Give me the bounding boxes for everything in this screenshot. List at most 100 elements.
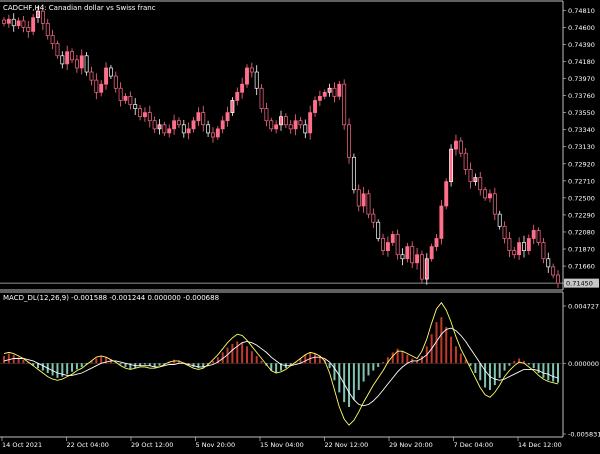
candle-body[interactable] xyxy=(288,124,293,130)
candle-body[interactable] xyxy=(283,116,288,126)
candle-body[interactable] xyxy=(84,55,89,73)
candle-body[interactable] xyxy=(176,120,181,126)
candle-body[interactable] xyxy=(322,91,327,97)
candle-body[interactable] xyxy=(507,238,512,251)
candle-body[interactable] xyxy=(366,193,371,215)
candle-body[interactable] xyxy=(342,83,347,126)
candle-body[interactable] xyxy=(385,242,390,251)
candle-body[interactable] xyxy=(502,225,507,239)
candle-body[interactable] xyxy=(108,67,113,77)
candle-body[interactable] xyxy=(21,20,26,28)
candle-body[interactable] xyxy=(133,104,138,109)
candle-body[interactable] xyxy=(50,35,55,44)
candle-body[interactable] xyxy=(128,96,133,105)
candle-body[interactable] xyxy=(478,177,483,191)
candle-body[interactable] xyxy=(337,83,342,97)
candle-body[interactable] xyxy=(259,87,264,109)
candle-body[interactable] xyxy=(376,221,381,239)
candle-body[interactable] xyxy=(356,189,361,207)
candle-body[interactable] xyxy=(488,193,492,199)
candle-body[interactable] xyxy=(162,124,167,134)
candle-body[interactable] xyxy=(89,71,94,81)
candle-body[interactable] xyxy=(6,18,11,24)
candle-body[interactable] xyxy=(94,79,99,93)
candle-body[interactable] xyxy=(206,124,211,134)
candle-body[interactable] xyxy=(16,20,21,27)
candle-body[interactable] xyxy=(317,96,322,101)
candle-body[interactable] xyxy=(517,242,522,256)
candle-body[interactable] xyxy=(167,128,172,134)
candle-body[interactable] xyxy=(541,242,546,260)
candle-body[interactable] xyxy=(40,10,45,24)
candle-body[interactable] xyxy=(279,116,283,126)
candle-body[interactable] xyxy=(157,124,162,130)
candle-body[interactable] xyxy=(483,189,488,199)
candle-body[interactable] xyxy=(512,250,517,256)
candle-body[interactable] xyxy=(434,238,439,247)
candle-body[interactable] xyxy=(400,254,405,260)
candle-body[interactable] xyxy=(526,238,531,251)
candle-body[interactable] xyxy=(531,230,536,239)
candle-body[interactable] xyxy=(45,22,50,36)
candle-body[interactable] xyxy=(449,148,454,182)
candle-body[interactable] xyxy=(123,96,128,101)
candle-body[interactable] xyxy=(172,120,177,130)
candle-body[interactable] xyxy=(395,234,400,256)
candle-body[interactable] xyxy=(55,43,60,57)
candle-body[interactable] xyxy=(405,246,410,260)
candle-body[interactable] xyxy=(293,120,298,130)
candle-body[interactable] xyxy=(361,193,366,207)
candle-body[interactable] xyxy=(463,152,468,170)
candle-body[interactable] xyxy=(264,108,269,122)
candle-body[interactable] xyxy=(274,124,279,130)
candle-body[interactable] xyxy=(468,169,473,182)
candle-body[interactable] xyxy=(201,112,206,126)
candle-body[interactable] xyxy=(546,258,551,268)
candle-body[interactable] xyxy=(142,112,147,118)
candle-body[interactable] xyxy=(31,17,36,32)
candle-body[interactable] xyxy=(104,67,109,85)
candle-body[interactable] xyxy=(79,55,84,69)
candle-body[interactable] xyxy=(303,124,308,134)
candle-body[interactable] xyxy=(308,112,313,134)
candle-body[interactable] xyxy=(410,246,415,264)
candle-body[interactable] xyxy=(269,120,274,130)
candle-body[interactable] xyxy=(191,120,196,130)
candle-body[interactable] xyxy=(497,213,502,227)
candle-body[interactable] xyxy=(181,124,186,134)
candle-body[interactable] xyxy=(113,75,118,89)
candle-body[interactable] xyxy=(444,181,449,207)
candle-body[interactable] xyxy=(453,140,458,150)
candle-body[interactable] xyxy=(327,87,332,93)
candle-body[interactable] xyxy=(186,128,191,134)
candle-body[interactable] xyxy=(522,242,526,251)
chart-canvas[interactable]: 0.74810 0.74600 0.74390 0.74180 0.73970 0.737… xyxy=(0,0,600,450)
candle-body[interactable] xyxy=(211,132,215,138)
candle-body[interactable] xyxy=(371,213,376,223)
candle-body[interactable] xyxy=(225,112,230,122)
candle-body[interactable] xyxy=(230,100,235,113)
candle-body[interactable] xyxy=(439,205,444,239)
candle-body[interactable] xyxy=(424,258,429,280)
candle-body[interactable] xyxy=(254,71,259,89)
trading-chart-window[interactable]: 0.74810 0.74600 0.74390 0.74180 0.73970 0.737… xyxy=(0,0,600,450)
candle-body[interactable] xyxy=(147,112,152,122)
candle-body[interactable] xyxy=(11,18,16,27)
candle-body[interactable] xyxy=(2,19,6,24)
candle-body[interactable] xyxy=(492,193,497,215)
candle-body[interactable] xyxy=(298,120,303,126)
candle-body[interactable] xyxy=(36,10,40,18)
candle-body[interactable] xyxy=(235,91,240,101)
candle-body[interactable] xyxy=(99,83,104,93)
candle-body[interactable] xyxy=(473,177,478,182)
candle-body[interactable] xyxy=(429,246,434,260)
candle-body[interactable] xyxy=(415,254,420,264)
candle-body[interactable] xyxy=(220,120,225,130)
candle-body[interactable] xyxy=(347,124,351,158)
candle-body[interactable] xyxy=(245,67,249,85)
candle-body[interactable] xyxy=(419,254,424,280)
candle-body[interactable] xyxy=(458,140,463,154)
candle-body[interactable] xyxy=(249,67,254,73)
candle-body[interactable] xyxy=(313,100,317,113)
candle-body[interactable] xyxy=(536,230,541,243)
